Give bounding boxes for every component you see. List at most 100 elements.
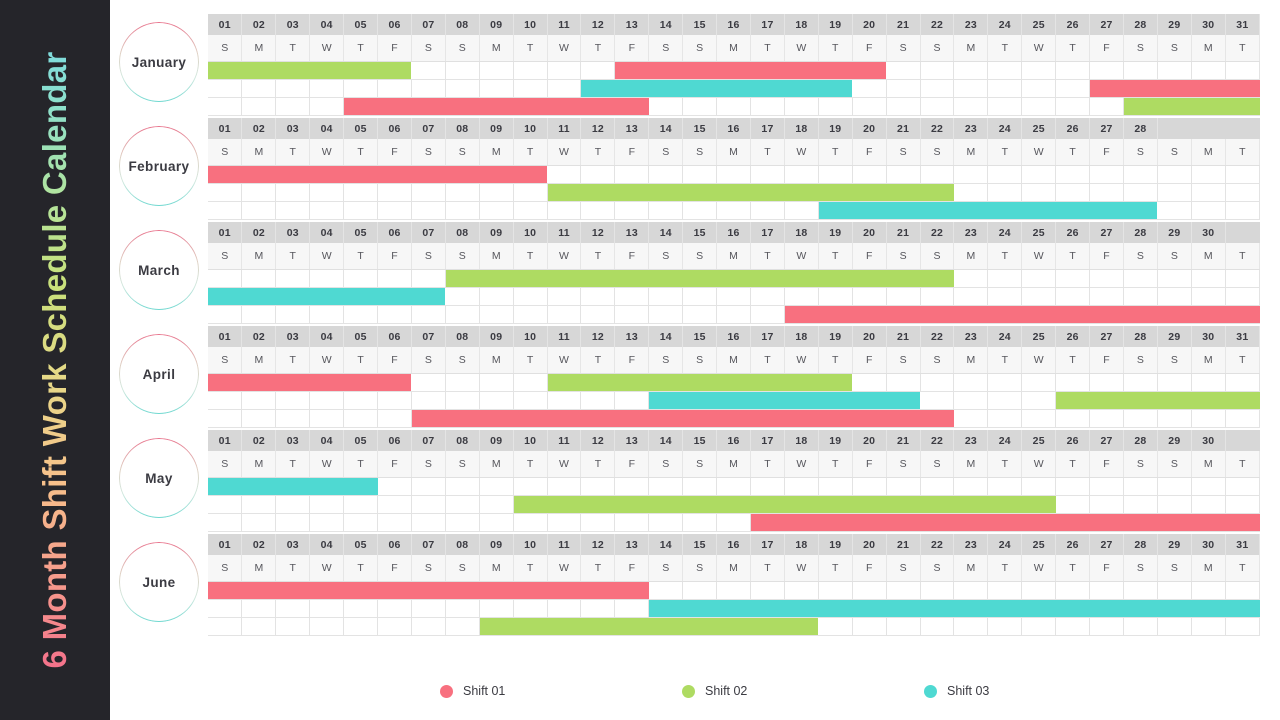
shift-bar-segment[interactable] xyxy=(750,61,785,80)
shift-bar-segment[interactable] xyxy=(750,269,785,288)
shift-bar-segment[interactable] xyxy=(1021,305,1056,324)
shift-bar-segment[interactable] xyxy=(1123,201,1158,220)
month-circle-march[interactable]: March xyxy=(119,230,199,310)
shift-bar-segment[interactable] xyxy=(886,305,921,324)
shift-bar-segment[interactable] xyxy=(547,495,581,514)
shift-bar-segment[interactable] xyxy=(547,373,581,392)
shift-bar-segment[interactable] xyxy=(309,477,344,496)
shift-bar-segment[interactable] xyxy=(1089,391,1124,410)
shift-bar-segment[interactable] xyxy=(1055,201,1090,220)
shift-bar-segment[interactable] xyxy=(1055,599,1090,618)
shift-bar-segment[interactable] xyxy=(682,373,717,392)
shift-bar-segment[interactable] xyxy=(784,513,819,532)
shift-bar-segment[interactable] xyxy=(920,409,954,428)
shift-bar-segment[interactable] xyxy=(648,599,683,618)
shift-bar-segment[interactable] xyxy=(343,61,378,80)
shift-bar-segment[interactable] xyxy=(953,599,988,618)
shift-bar-segment[interactable] xyxy=(614,61,649,80)
shift-bar-segment[interactable] xyxy=(886,183,921,202)
shift-bar-segment[interactable] xyxy=(411,97,446,116)
shift-bar-segment[interactable] xyxy=(648,409,683,428)
shift-bar-segment[interactable] xyxy=(886,201,921,220)
shift-bar-segment[interactable] xyxy=(479,581,514,600)
shift-bar-segment[interactable] xyxy=(784,373,819,392)
shift-bar-segment[interactable] xyxy=(852,183,887,202)
shift-bar-segment[interactable] xyxy=(513,97,548,116)
shift-bar-segment[interactable] xyxy=(648,617,683,636)
shift-bar-segment[interactable] xyxy=(1191,97,1226,116)
shift-bar-segment[interactable] xyxy=(547,409,581,428)
shift-bar-segment[interactable] xyxy=(614,183,649,202)
month-circle-february[interactable]: February xyxy=(119,126,199,206)
shift-bar-segment[interactable] xyxy=(580,97,615,116)
shift-bar-segment[interactable] xyxy=(818,495,853,514)
shift-bar-segment[interactable] xyxy=(614,373,649,392)
shift-bar-segment[interactable] xyxy=(445,409,480,428)
shift-bar-segment[interactable] xyxy=(953,305,988,324)
shift-bar-segment[interactable] xyxy=(920,305,954,324)
shift-bar-segment[interactable] xyxy=(716,183,751,202)
shift-bar-segment[interactable] xyxy=(309,287,344,306)
shift-bar-segment[interactable] xyxy=(750,391,785,410)
shift-bar-segment[interactable] xyxy=(784,409,819,428)
shift-bar-segment[interactable] xyxy=(547,581,581,600)
shift-bar-segment[interactable] xyxy=(716,373,751,392)
shift-bar-segment[interactable] xyxy=(818,61,853,80)
shift-bar-segment[interactable] xyxy=(1055,305,1090,324)
shift-bar-segment[interactable] xyxy=(377,61,412,80)
shift-bar-segment[interactable] xyxy=(1021,513,1056,532)
shift-bar-segment[interactable] xyxy=(1089,599,1124,618)
shift-bar-segment[interactable] xyxy=(377,581,412,600)
shift-bar-segment[interactable] xyxy=(750,495,785,514)
shift-bar-segment[interactable] xyxy=(1021,201,1056,220)
shift-bar-segment[interactable] xyxy=(275,373,310,392)
shift-bar-segment[interactable] xyxy=(1157,599,1192,618)
shift-bar-segment[interactable] xyxy=(1191,513,1226,532)
shift-bar-segment[interactable] xyxy=(208,61,242,80)
shift-bar-segment[interactable] xyxy=(886,409,921,428)
shift-bar-segment[interactable] xyxy=(750,617,785,636)
shift-bar-segment[interactable] xyxy=(275,165,310,184)
shift-bar-segment[interactable] xyxy=(580,373,615,392)
shift-bar-segment[interactable] xyxy=(886,599,921,618)
shift-bar-segment[interactable] xyxy=(343,97,378,116)
shift-bar-segment[interactable] xyxy=(682,409,717,428)
shift-bar-segment[interactable] xyxy=(818,79,853,98)
shift-bar-segment[interactable] xyxy=(1157,305,1192,324)
shift-bar-segment[interactable] xyxy=(1225,599,1260,618)
shift-bar-segment[interactable] xyxy=(648,79,683,98)
shift-bar-segment[interactable] xyxy=(1191,599,1226,618)
shift-bar-segment[interactable] xyxy=(241,287,276,306)
shift-bar-segment[interactable] xyxy=(682,617,717,636)
shift-bar-segment[interactable] xyxy=(886,269,921,288)
shift-bar-segment[interactable] xyxy=(377,373,412,392)
shift-bar-segment[interactable] xyxy=(580,617,615,636)
shift-bar-segment[interactable] xyxy=(1021,599,1056,618)
shift-bar-segment[interactable] xyxy=(479,617,514,636)
shift-bar-segment[interactable] xyxy=(547,269,581,288)
shift-bar-segment[interactable] xyxy=(784,391,819,410)
shift-bar-segment[interactable] xyxy=(309,61,344,80)
shift-bar-segment[interactable] xyxy=(580,495,615,514)
shift-bar-segment[interactable] xyxy=(208,373,242,392)
shift-bar-segment[interactable] xyxy=(1191,79,1226,98)
shift-bar-segment[interactable] xyxy=(1123,391,1158,410)
shift-bar-segment[interactable] xyxy=(241,581,276,600)
shift-bar-segment[interactable] xyxy=(750,183,785,202)
legend-item[interactable]: Shift 02 xyxy=(682,684,924,698)
shift-bar-segment[interactable] xyxy=(275,477,310,496)
shift-bar-segment[interactable] xyxy=(1157,97,1192,116)
legend-item[interactable]: Shift 01 xyxy=(440,684,682,698)
shift-bar-segment[interactable] xyxy=(987,201,1022,220)
shift-bar-segment[interactable] xyxy=(716,617,751,636)
shift-bar-segment[interactable] xyxy=(580,183,615,202)
shift-bar-segment[interactable] xyxy=(784,617,819,636)
shift-bar-segment[interactable] xyxy=(852,495,887,514)
legend-item[interactable]: Shift 03 xyxy=(924,684,1166,698)
shift-bar-segment[interactable] xyxy=(648,391,683,410)
shift-bar-segment[interactable] xyxy=(1021,495,1056,514)
shift-bar-segment[interactable] xyxy=(445,97,480,116)
shift-bar-segment[interactable] xyxy=(682,61,717,80)
shift-bar-segment[interactable] xyxy=(547,97,581,116)
shift-bar-segment[interactable] xyxy=(513,495,548,514)
